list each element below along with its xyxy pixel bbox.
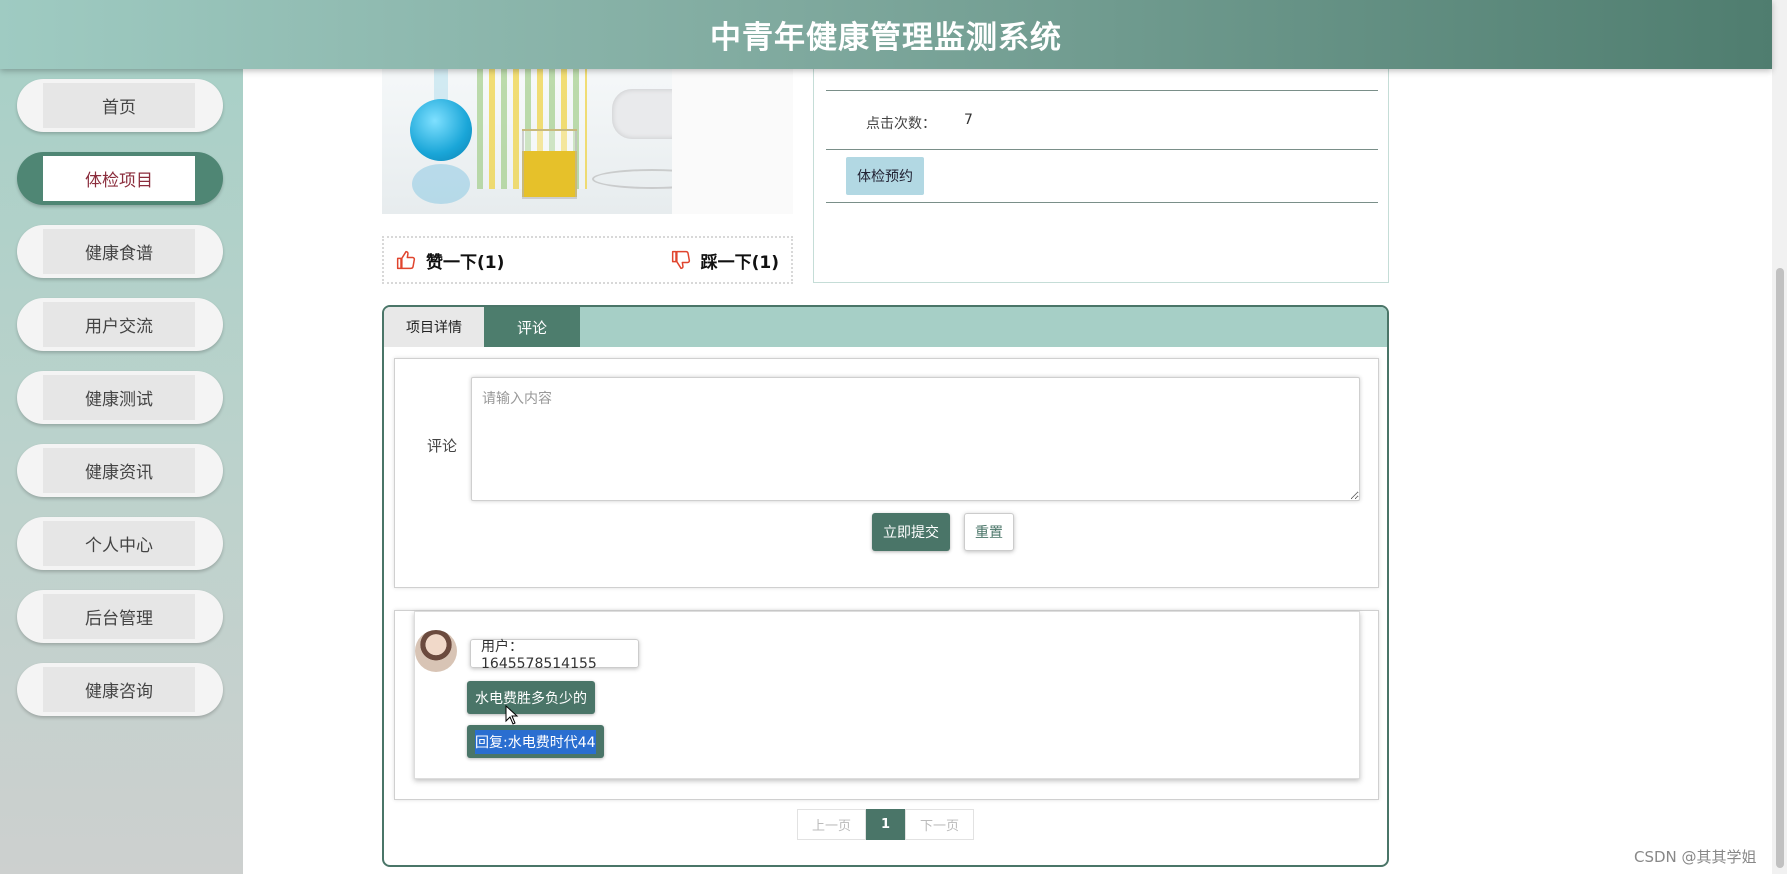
comment-input[interactable] xyxy=(471,377,1360,501)
sidebar: 首页 体检项目 健康食谱 用户交流 健康测试 健康资讯 个人中心 后台管理 健康… xyxy=(0,69,243,874)
sidebar-item-health-consult[interactable]: 健康咨询 xyxy=(17,663,223,716)
sidebar-item-label: 健康资讯 xyxy=(43,448,195,493)
thumbs-up-icon xyxy=(396,250,416,270)
lab-coat-shape xyxy=(672,69,793,214)
beaker-shape xyxy=(522,129,577,199)
divider xyxy=(826,90,1378,91)
sidebar-item-label: 健康测试 xyxy=(43,375,195,420)
sidebar-item-checkup-projects[interactable]: 体检项目 xyxy=(17,152,223,205)
submit-button[interactable]: 立即提交 xyxy=(872,513,950,551)
sidebar-item-user-forum[interactable]: 用户交流 xyxy=(17,298,223,351)
sidebar-item-health-recipes[interactable]: 健康食谱 xyxy=(17,225,223,278)
sidebar-item-personal-center[interactable]: 个人中心 xyxy=(17,517,223,570)
like-label: 赞一下(1) xyxy=(426,252,505,273)
sidebar-item-admin[interactable]: 后台管理 xyxy=(17,590,223,643)
flask-reflection-shape xyxy=(412,164,470,204)
sidebar-item-label: 健康食谱 xyxy=(43,229,195,274)
divider xyxy=(826,149,1378,150)
tab-comments[interactable]: 评论 xyxy=(484,307,580,347)
detail-tabs: 项目详情 评论 评论 立即提交 重置 用户：1645578514155 水电费胜… xyxy=(382,305,1389,867)
vote-bar: 赞一下(1) 踩一下(1) xyxy=(382,236,793,284)
book-checkup-button[interactable]: 体检预约 xyxy=(846,157,924,195)
mouse-cursor-icon xyxy=(505,705,519,725)
prev-page-button[interactable]: 上一页 xyxy=(797,809,866,840)
comment-reply-text: 回复:水电费时代44 xyxy=(475,729,596,754)
sidebar-item-label: 个人中心 xyxy=(43,521,195,566)
app-title: 中青年健康管理监测系统 xyxy=(710,20,1062,56)
dislike-label: 踩一下(1) xyxy=(700,252,779,273)
comment-user: 用户：1645578514155 xyxy=(470,639,639,672)
sidebar-item-health-test[interactable]: 健康测试 xyxy=(17,371,223,424)
click-count-label: 点击次数： xyxy=(866,116,936,132)
comment-reply: 回复:水电费时代44 xyxy=(467,725,604,758)
next-page-button[interactable]: 下一页 xyxy=(905,809,974,840)
project-info-panel: 点击次数： 7 体检预约 xyxy=(813,69,1389,283)
comment-form: 评论 立即提交 重置 xyxy=(394,358,1379,588)
thumbs-down-icon xyxy=(671,250,690,270)
sidebar-item-label: 用户交流 xyxy=(43,302,195,347)
sidebar-item-label: 后台管理 xyxy=(43,594,195,639)
comment-item: 用户：1645578514155 水电费胜多负少的 回复:水电费时代44 xyxy=(414,611,1360,779)
dislike-button[interactable]: 踩一下(1) xyxy=(671,248,779,273)
comment-label: 评论 xyxy=(427,437,458,455)
sidebar-item-home[interactable]: 首页 xyxy=(17,79,223,132)
page-number-button[interactable]: 1 xyxy=(866,809,905,840)
reset-button[interactable]: 重置 xyxy=(964,513,1014,551)
watermark: CSDN @其其学姐 xyxy=(1634,848,1757,866)
comment-content: 水电费胜多负少的 xyxy=(467,681,595,714)
pagination: 上一页 1 下一页 xyxy=(797,809,974,840)
tab-project-details[interactable]: 项目详情 xyxy=(384,307,484,347)
project-image xyxy=(382,69,793,214)
tab-bar: 项目详情 评论 xyxy=(384,307,1387,347)
scrollbar-thumb[interactable] xyxy=(1776,268,1784,868)
avatar xyxy=(415,630,457,672)
divider xyxy=(826,202,1378,203)
sidebar-item-label: 首页 xyxy=(43,83,195,128)
click-count-value: 7 xyxy=(964,112,973,128)
app-header: 中青年健康管理监测系统 xyxy=(0,0,1772,69)
sidebar-item-label: 健康咨询 xyxy=(43,667,195,712)
sidebar-item-health-news[interactable]: 健康资讯 xyxy=(17,444,223,497)
flask-shape xyxy=(410,99,472,161)
like-button[interactable]: 赞一下(1) xyxy=(396,248,504,273)
sidebar-item-label: 体检项目 xyxy=(43,156,195,201)
comment-list: 用户：1645578514155 水电费胜多负少的 回复:水电费时代44 xyxy=(394,610,1379,800)
